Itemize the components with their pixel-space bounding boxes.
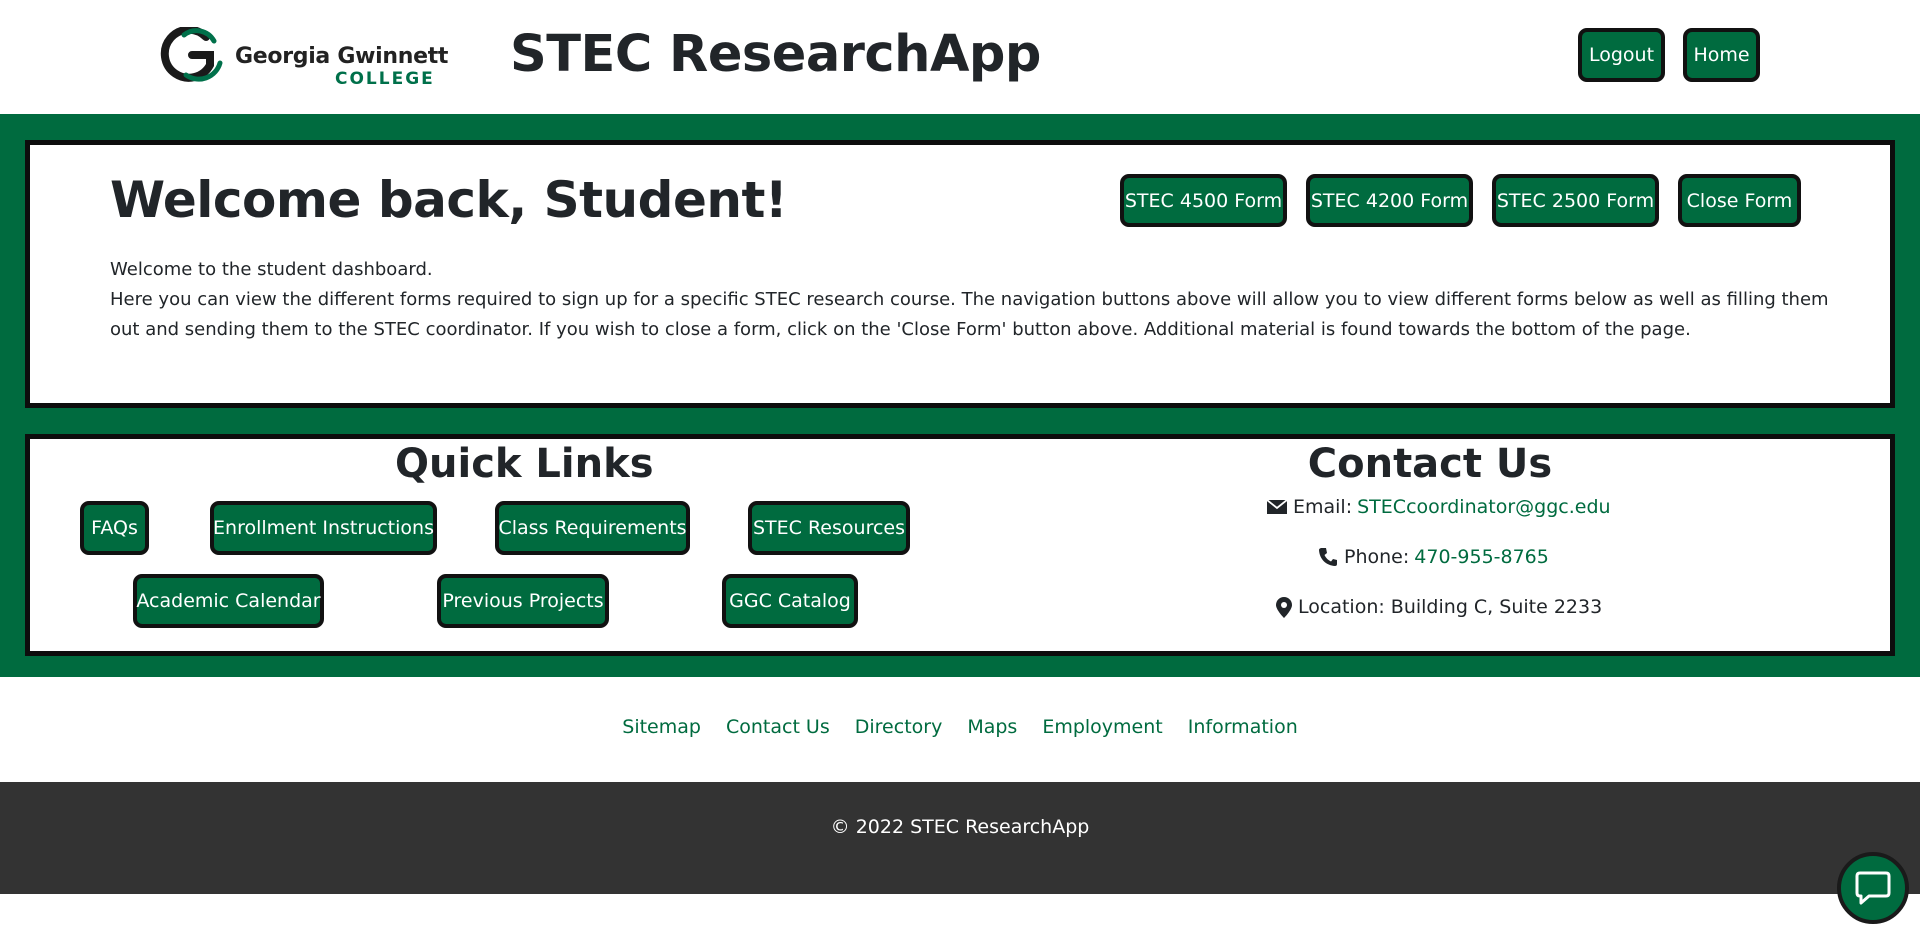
footer-link-employment[interactable]: Employment — [1042, 716, 1162, 738]
welcome-description: Welcome to the student dashboard. Here y… — [110, 255, 1830, 345]
footer-link-information[interactable]: Information — [1188, 716, 1298, 738]
contact-email: Email: STECcoordinator@ggc.edu — [1267, 496, 1611, 518]
copyright-text: © 2022 STEC ResearchApp — [830, 816, 1090, 838]
quick-link-faqs[interactable]: FAQs — [80, 501, 149, 555]
quick-link-stec-resources[interactable]: STEC Resources — [748, 501, 910, 555]
contact-phone: Phone: 470-955-8765 — [1318, 546, 1549, 568]
footer-link-maps[interactable]: Maps — [967, 716, 1017, 738]
footer-link-sitemap[interactable]: Sitemap — [622, 716, 701, 738]
logo-wordmark: Georgia Gwinnett — [235, 44, 449, 69]
logout-button[interactable]: Logout — [1578, 28, 1665, 82]
quick-link-enrollment-instructions[interactable]: Enrollment Instructions — [210, 501, 437, 555]
logo-subtitle: COLLEGE — [335, 69, 435, 89]
welcome-panel: Welcome back, Student! STEC 4500 Form ST… — [25, 140, 1895, 408]
ggc-logo[interactable]: Georgia Gwinnett COLLEGE — [158, 25, 448, 89]
quick-link-previous-projects[interactable]: Previous Projects — [437, 574, 609, 628]
email-link[interactable]: STECcoordinator@ggc.edu — [1357, 496, 1610, 518]
app-title: STEC ResearchApp — [510, 25, 1041, 84]
links-panel: Quick Links FAQs Enrollment Instructions… — [25, 434, 1895, 656]
chat-icon — [1855, 871, 1891, 905]
site-footer: © 2022 STEC ResearchApp — [0, 782, 1920, 894]
ggc-logo-icon — [160, 27, 223, 82]
stec-4200-form-button[interactable]: STEC 4200 Form — [1306, 174, 1473, 227]
map-pin-icon — [1276, 596, 1292, 618]
quick-link-class-requirements[interactable]: Class Requirements — [495, 501, 690, 555]
email-label: Email: — [1293, 496, 1353, 518]
contact-location: Location: Building C, Suite 2233 — [1276, 596, 1602, 618]
site-header: Georgia Gwinnett COLLEGE STEC ResearchAp… — [0, 0, 1920, 114]
envelope-icon — [1267, 499, 1287, 514]
stec-2500-form-button[interactable]: STEC 2500 Form — [1492, 174, 1659, 227]
home-button[interactable]: Home — [1683, 28, 1760, 82]
stec-4500-form-button[interactable]: STEC 4500 Form — [1120, 174, 1287, 227]
footer-link-directory[interactable]: Directory — [855, 716, 943, 738]
quick-link-ggc-catalog[interactable]: GGC Catalog — [722, 574, 858, 628]
main-content: Welcome back, Student! STEC 4500 Form ST… — [0, 114, 1920, 677]
phone-icon — [1319, 548, 1337, 566]
chat-button[interactable] — [1837, 852, 1909, 924]
welcome-line: Welcome to the student dashboard. — [110, 259, 433, 280]
phone-link[interactable]: 470-955-8765 — [1414, 546, 1549, 568]
phone-label: Phone: — [1344, 546, 1410, 568]
welcome-heading: Welcome back, Student! — [110, 171, 788, 229]
close-form-button[interactable]: Close Form — [1678, 174, 1801, 227]
welcome-instructions: Here you can view the different forms re… — [110, 289, 1829, 340]
footer-nav: Sitemap Contact Us Directory Maps Employ… — [0, 716, 1920, 738]
contact-us-heading: Contact Us — [1307, 441, 1553, 487]
footer-link-contact-us[interactable]: Contact Us — [726, 716, 830, 738]
quick-link-academic-calendar[interactable]: Academic Calendar — [133, 574, 324, 628]
location-text: Location: Building C, Suite 2233 — [1298, 596, 1603, 618]
quick-links-heading: Quick Links — [395, 441, 654, 487]
